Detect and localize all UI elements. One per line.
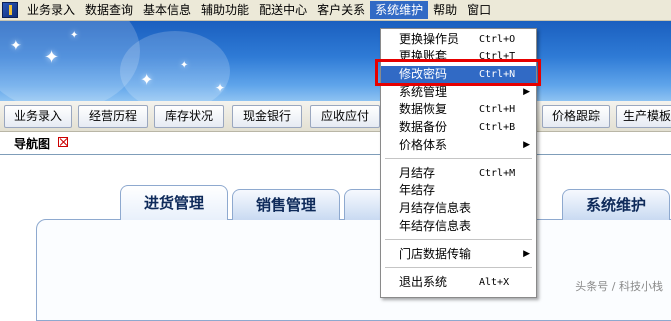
chevron-right-icon: ▶ — [523, 249, 530, 259]
sparkle-icon: ✦ — [215, 81, 226, 95]
menu-separator — [385, 239, 532, 240]
menu-help[interactable]: 帮助 — [428, 1, 462, 19]
nav-tab-label[interactable]: 导航图 — [14, 135, 50, 152]
banner-glow — [120, 31, 230, 101]
dd-monthly-closing-report[interactable]: 月结存信息表 — [381, 200, 536, 217]
toolbar-business-entry-button[interactable]: 业务录入 — [4, 105, 72, 128]
menu-separator — [385, 267, 532, 268]
menu-auxiliary[interactable]: 辅助功能 — [196, 1, 254, 19]
dd-store-data-transfer[interactable]: 门店数据传输 ▶ — [381, 246, 536, 263]
close-icon[interactable] — [58, 137, 68, 147]
toolbar-inventory-button[interactable]: 库存状况 — [154, 105, 224, 128]
sparkle-icon: ✦ — [44, 47, 60, 68]
tab-sales-management[interactable]: 销售管理 — [232, 189, 340, 220]
dd-price-system[interactable]: 价格体系 ▶ — [381, 137, 536, 154]
dd-monthly-closing[interactable]: 月结存 Ctrl+M — [381, 165, 536, 182]
tab-system-maintenance[interactable]: 系统维护 — [562, 189, 670, 220]
menu-customer-relations[interactable]: 客户关系 — [312, 1, 370, 19]
app-icon — [2, 2, 18, 18]
chevron-right-icon: ▶ — [523, 87, 530, 97]
toolbar: 业务录入 经营历程 库存状况 现金银行 应收应付 价格跟踪 生产模板 — [0, 101, 671, 132]
dd-exit-system[interactable]: 退出系统 Alt+X — [381, 274, 536, 291]
sparkle-icon: ✦ — [180, 60, 189, 71]
menu-data-query[interactable]: 数据查询 — [80, 1, 138, 19]
menu-business-entry[interactable]: 业务录入 — [22, 1, 80, 19]
tab-purchase-management[interactable]: 进货管理 — [120, 185, 228, 220]
annotation-highlight-box — [375, 59, 541, 86]
dd-annual-closing-report[interactable]: 年结存信息表 — [381, 218, 536, 235]
toolbar-cash-bank-button[interactable]: 现金银行 — [232, 105, 302, 128]
menu-basic-info[interactable]: 基本信息 — [138, 1, 196, 19]
menu-window[interactable]: 窗口 — [462, 1, 496, 19]
dd-data-restore[interactable]: 数据恢复 Ctrl+H — [381, 101, 536, 118]
toolbar-history-button[interactable]: 经营历程 — [78, 105, 148, 128]
sparkle-icon: ✦ — [70, 30, 79, 41]
tab-panel — [36, 219, 671, 321]
dd-annual-closing[interactable]: 年结存 — [381, 182, 536, 199]
sparkle-icon: ✦ — [140, 70, 154, 89]
menu-distribution-center[interactable]: 配送中心 — [254, 1, 312, 19]
toolbar-receivables-button[interactable]: 应收应付 — [310, 105, 380, 128]
workspace: 进货管理 销售管理 库 系统维护 — [0, 155, 671, 321]
nav-tab-bar: 导航图 — [0, 132, 671, 155]
header-banner: ✦ ✦ ✦ ✦ ✦ ✦ — [0, 21, 671, 101]
sparkle-icon: ✦ — [10, 38, 22, 54]
chevron-right-icon: ▶ — [523, 140, 530, 150]
watermark: 头条号 / 科技小栈 — [575, 280, 663, 293]
menu-separator — [385, 158, 532, 159]
dd-data-backup[interactable]: 数据备份 Ctrl+B — [381, 119, 536, 136]
dd-change-operator[interactable]: 更换操作员 Ctrl+O — [381, 31, 536, 48]
toolbar-price-tracking-button[interactable]: 价格跟踪 — [542, 105, 610, 128]
dd-system-management[interactable]: 系统管理 ▶ — [381, 84, 536, 101]
menu-system-maintenance[interactable]: 系统维护 — [370, 1, 429, 19]
menubar: 业务录入 数据查询 基本信息 辅助功能 配送中心 客户关系 系统维护 帮助 窗口 — [0, 0, 671, 21]
toolbar-production-template-button[interactable]: 生产模板 — [616, 105, 671, 128]
